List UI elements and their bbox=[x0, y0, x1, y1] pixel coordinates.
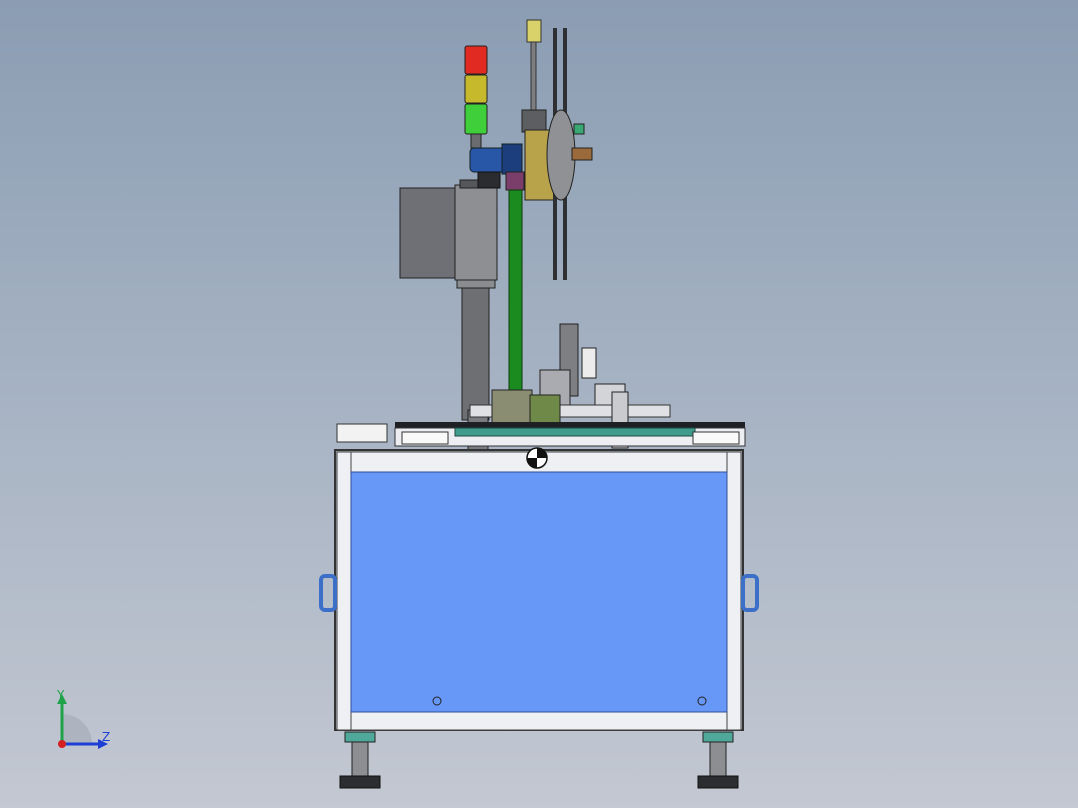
center-of-mass-marker bbox=[526, 447, 548, 469]
triad-plane bbox=[62, 714, 92, 744]
triad-graphic bbox=[57, 694, 108, 749]
rod-cap bbox=[526, 19, 542, 43]
y-axis-label: Y bbox=[57, 688, 65, 702]
top-plate-edge bbox=[395, 422, 745, 428]
guide-block bbox=[521, 109, 547, 133]
motor-body bbox=[469, 147, 507, 173]
slot-right bbox=[692, 431, 740, 445]
stack-light-mount bbox=[470, 133, 482, 149]
control-box-left bbox=[399, 187, 458, 279]
support-column bbox=[461, 284, 490, 421]
machine-model[interactable] bbox=[0, 0, 1078, 808]
motor-bracket bbox=[477, 171, 501, 189]
frame-left-post bbox=[336, 451, 352, 731]
reel-shaft bbox=[571, 147, 593, 161]
reel-clip bbox=[573, 123, 585, 135]
handle-left bbox=[319, 574, 337, 612]
control-box-right bbox=[454, 184, 498, 281]
handle-right bbox=[741, 574, 759, 612]
column-cap bbox=[456, 279, 496, 289]
nozzle bbox=[581, 347, 597, 379]
panel-screw-left bbox=[432, 696, 442, 706]
cad-viewport[interactable]: Y Z bbox=[0, 0, 1078, 808]
x-axis-dot bbox=[58, 740, 66, 748]
cylinder-left bbox=[336, 423, 388, 443]
z-axis-label: Z bbox=[102, 730, 111, 744]
stack-light-yellow bbox=[464, 74, 488, 104]
stack-light-red bbox=[464, 45, 488, 75]
stack-light-green bbox=[464, 103, 488, 135]
panel-screw-right bbox=[697, 696, 707, 706]
linear-rail bbox=[454, 427, 696, 437]
motor-flange bbox=[501, 143, 523, 175]
frame-right-post bbox=[726, 451, 742, 731]
frame-bottom-rail bbox=[336, 711, 742, 731]
front-panel bbox=[350, 471, 728, 713]
coupler bbox=[505, 171, 525, 191]
foot-right bbox=[697, 731, 739, 789]
orientation-triad: Y Z bbox=[40, 680, 130, 760]
reel-hub bbox=[546, 109, 576, 201]
slot-left bbox=[401, 431, 449, 445]
foot-left bbox=[339, 731, 381, 789]
